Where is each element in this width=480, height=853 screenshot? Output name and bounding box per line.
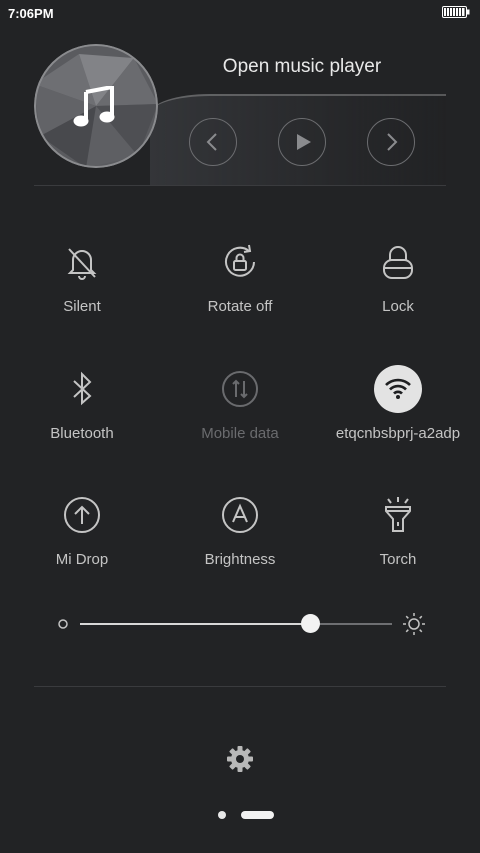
- toggle-label: etqcnbsbprj-a2adp: [335, 425, 461, 442]
- toggle-label: Torch: [379, 551, 417, 568]
- rotate-lock-icon: [216, 238, 264, 286]
- sun-icon: [403, 613, 425, 635]
- music-note-icon: [73, 86, 115, 127]
- toggle-rotate[interactable]: Rotate off: [161, 238, 319, 338]
- toggle-wifi[interactable]: etqcnbsbprj-a2adp: [319, 365, 477, 465]
- chevron-right-icon: [387, 133, 398, 151]
- gear-icon[interactable]: [225, 744, 255, 774]
- page-dot-1[interactable]: [218, 811, 226, 819]
- music-widget[interactable]: Open music player: [0, 36, 480, 186]
- upload-arrow-icon: [58, 491, 106, 539]
- toggle-label: Bluetooth: [50, 425, 114, 442]
- mobile-data-icon: [216, 365, 264, 413]
- toggle-label: Lock: [382, 298, 414, 315]
- status-bar: 7:06PM: [0, 0, 480, 26]
- page-dot-2-current: [241, 811, 274, 819]
- chevron-left-icon: [206, 133, 217, 151]
- next-button[interactable]: [367, 118, 415, 166]
- toggle-silent[interactable]: Silent: [3, 238, 161, 338]
- music-title[interactable]: Open music player: [180, 56, 424, 78]
- toggle-brightness[interactable]: Brightness: [161, 491, 319, 591]
- toggle-label: Brightness: [204, 551, 276, 568]
- album-art[interactable]: [34, 44, 158, 168]
- battery-icon: [442, 6, 470, 18]
- toggle-label: Rotate off: [207, 298, 273, 315]
- divider-bottom: [34, 686, 446, 687]
- slider-fill: [80, 623, 311, 625]
- auto-brightness-icon: [216, 491, 264, 539]
- flashlight-icon: [374, 491, 422, 539]
- play-icon: [297, 134, 311, 150]
- divider-top: [34, 185, 446, 186]
- bluetooth-icon: [58, 365, 106, 413]
- play-button[interactable]: [278, 118, 326, 166]
- bell-off-icon: [58, 238, 106, 286]
- toggle-label: Mi Drop: [55, 551, 109, 568]
- slider-track[interactable]: [80, 623, 392, 625]
- toggle-label: Silent: [63, 298, 101, 315]
- page-indicator: [0, 808, 480, 824]
- toggle-label: Mobile data: [201, 425, 279, 442]
- previous-button[interactable]: [189, 118, 237, 166]
- toggle-torch[interactable]: Torch: [319, 491, 477, 591]
- toggle-lock[interactable]: Lock: [319, 238, 477, 338]
- dim-circle-icon: [58, 619, 68, 629]
- toggle-mi-drop[interactable]: Mi Drop: [3, 491, 161, 591]
- status-time: 7:06PM: [8, 6, 54, 21]
- toggle-mobile-data[interactable]: Mobile data: [161, 365, 319, 465]
- toggle-bluetooth[interactable]: Bluetooth: [3, 365, 161, 465]
- wifi-icon: [374, 365, 422, 413]
- lock-icon: [374, 238, 422, 286]
- brightness-slider[interactable]: [56, 608, 426, 640]
- slider-thumb[interactable]: [301, 614, 321, 633]
